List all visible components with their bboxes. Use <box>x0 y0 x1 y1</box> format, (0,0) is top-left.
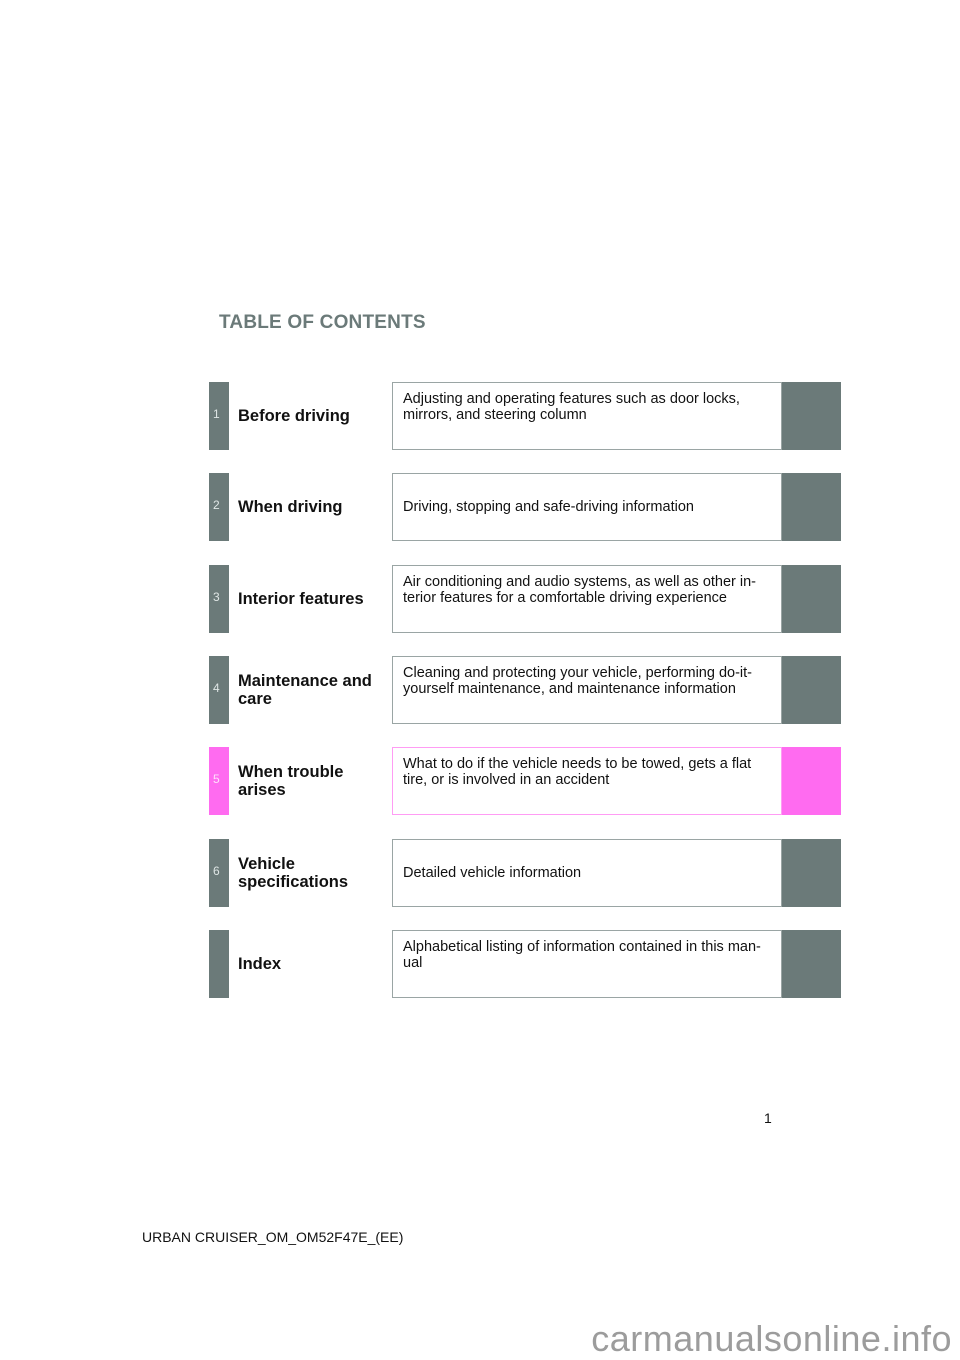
section-thumb-tab[interactable] <box>782 382 841 450</box>
page-title: TABLE OF CONTENTS <box>219 312 426 333</box>
section-tab: 1 <box>209 382 229 450</box>
toc-row-interior-features[interactable]: 3 Interior features Air conditioning and… <box>209 565 841 633</box>
section-label[interactable]: Maintenance and care <box>238 656 388 724</box>
section-description: Air conditioning and audio systems, as w… <box>403 573 757 607</box>
section-number: 2 <box>213 498 220 512</box>
section-description: Alphabetical listing of information cont… <box>403 938 761 972</box>
section-thumb-tab[interactable] <box>782 473 841 541</box>
section-tab <box>209 930 229 998</box>
toc-row-when-driving[interactable]: 2 When driving Driving, stopping and saf… <box>209 473 841 541</box>
section-tab: 5 <box>209 747 229 815</box>
section-thumb-tab[interactable] <box>782 565 841 633</box>
section-description: What to do if the vehicle needs to be to… <box>403 755 752 789</box>
section-thumb-tab[interactable] <box>782 930 841 998</box>
section-number: 4 <box>213 681 220 695</box>
section-label[interactable]: When trouble arises <box>238 747 388 815</box>
toc-row-index[interactable]: Index Alphabetical listing of informatio… <box>209 930 841 998</box>
section-thumb-tab[interactable] <box>782 747 841 815</box>
section-description: Adjusting and operating features such as… <box>403 390 740 424</box>
section-thumb-tab[interactable] <box>782 656 841 724</box>
section-description-box: Driving, stopping and safe-driving infor… <box>392 473 782 541</box>
section-description-box: Adjusting and operating features such as… <box>392 382 782 450</box>
section-number: 1 <box>213 407 220 421</box>
page-number: 1 <box>764 1110 772 1126</box>
section-number: 5 <box>213 772 220 786</box>
section-label[interactable]: Index <box>238 930 388 998</box>
section-tab: 6 <box>209 839 229 907</box>
toc-row-before-driving[interactable]: 1 Before driving Adjusting and operating… <box>209 382 841 450</box>
section-thumb-tab[interactable] <box>782 839 841 907</box>
section-description: Driving, stopping and safe-driving infor… <box>403 498 694 515</box>
section-number: 6 <box>213 864 220 878</box>
section-description: Detailed vehicle information <box>403 864 582 881</box>
section-description-box: Detailed vehicle information <box>392 839 782 907</box>
toc-row-maintenance-and-care[interactable]: 4 Maintenance and care Cleaning and prot… <box>209 656 841 724</box>
section-tab: 3 <box>209 565 229 633</box>
section-description-box: Air conditioning and audio systems, as w… <box>392 565 782 633</box>
toc-row-vehicle-specifications[interactable]: 6 Vehicle specifications Detailed vehicl… <box>209 839 841 907</box>
section-label[interactable]: Interior features <box>238 565 388 633</box>
toc-row-when-trouble-arises[interactable]: 5 When trouble arises What to do if the … <box>209 747 841 815</box>
section-label[interactable]: Vehicle specifications <box>238 839 388 907</box>
section-label[interactable]: Before driving <box>238 382 388 450</box>
section-description-box: What to do if the vehicle needs to be to… <box>392 747 782 815</box>
section-number: 3 <box>213 590 220 604</box>
section-description-box: Cleaning and protecting your vehicle, pe… <box>392 656 782 724</box>
section-description: Cleaning and protecting your vehicle, pe… <box>403 664 752 698</box>
section-tab: 2 <box>209 473 229 541</box>
section-label[interactable]: When driving <box>238 473 388 541</box>
section-description-box: Alphabetical listing of information cont… <box>392 930 782 998</box>
section-tab: 4 <box>209 656 229 724</box>
watermark: carmanualsonline.info <box>591 1318 952 1359</box>
document-footer: URBAN CRUISER_OM_OM52F47E_(EE) <box>142 1229 404 1245</box>
